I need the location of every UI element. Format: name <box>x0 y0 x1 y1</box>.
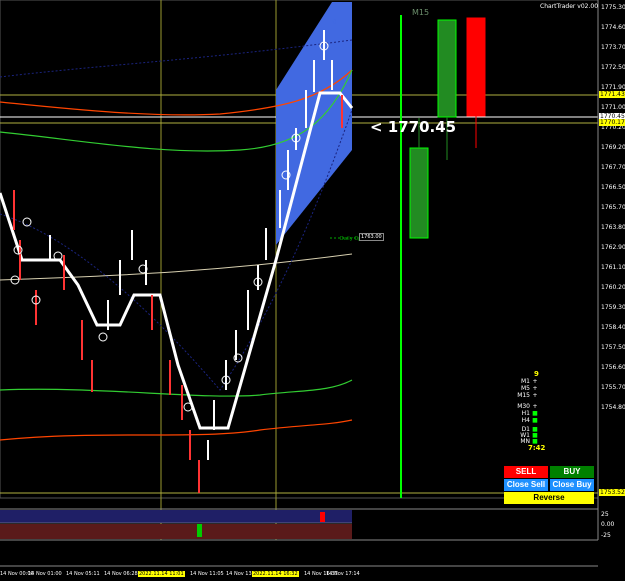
price-tick: 1775.30 <box>601 4 625 11</box>
tf-status-icon: + <box>532 385 538 392</box>
osc-panel-1 <box>0 510 352 523</box>
time-tick: 14 Nov 06:28 <box>104 571 138 577</box>
buy-button[interactable]: BUY <box>550 466 594 478</box>
tf-label: M15 <box>517 392 530 399</box>
tf-label: M1 <box>521 378 530 385</box>
m15-candle-1 <box>409 147 429 239</box>
price-tick: 1769.20 <box>601 144 625 151</box>
close-sell-button[interactable]: Close Sell <box>504 479 548 491</box>
time-tick: 14 Nov 05:11 <box>66 571 100 577</box>
price-tick: 1758.40 <box>601 324 625 331</box>
price-tag: 1770.17 <box>599 119 625 126</box>
price-tick: 1774.60 <box>601 24 625 31</box>
price-tick: 1762.90 <box>601 244 625 251</box>
tf-status-icon: ■ <box>532 417 538 424</box>
price-tick: 1755.70 <box>601 384 625 391</box>
reverse-button[interactable]: Reverse <box>504 492 594 504</box>
price-tag: 1771.43 <box>599 91 625 98</box>
osc-tick: 0.00 <box>601 521 615 528</box>
tf-timer: 7:42 <box>528 444 546 452</box>
price-tick: 1771.90 <box>601 84 625 91</box>
price-callout: < 1770.45 <box>370 118 457 136</box>
tf-label: M30 <box>517 403 530 410</box>
m15-candle-2 <box>437 19 457 118</box>
tf-status-icon: ■ <box>532 410 538 417</box>
time-tick: 14 Nov 11:05 <box>190 571 224 577</box>
ma-red-lower <box>0 419 353 441</box>
close-buy-button[interactable]: Close Buy <box>550 479 594 491</box>
time-tick: 14 Nov 01:00 <box>28 571 62 577</box>
price-tick: 1761.10 <box>601 264 625 271</box>
price-tick: 1765.70 <box>601 204 625 211</box>
price-tick: 1767.70 <box>601 164 625 171</box>
tf-status-icon: + <box>532 403 538 410</box>
ma-mid <box>0 253 353 281</box>
osc-green-bar <box>197 524 202 537</box>
timeframe-label: M15 <box>412 8 430 17</box>
price-tick: 1766.50 <box>601 184 625 191</box>
price-tick: 1772.50 <box>601 64 625 71</box>
watermark: ChartTrader v02.00 <box>540 3 599 10</box>
tf-label: H1 <box>521 410 530 417</box>
price-tick: 1759.30 <box>601 304 625 311</box>
price-tick: 1773.70 <box>601 44 625 51</box>
time-tick: 2022.11.14 16:32 <box>252 571 299 577</box>
price-tag: 1753.52 <box>599 489 625 496</box>
tf-count: 9 <box>534 370 539 378</box>
tf-label: H4 <box>521 417 530 424</box>
time-tick: 14 Nov 17:14 <box>326 571 360 577</box>
price-tick: 1771.00 <box>601 104 625 111</box>
tf-label: M5 <box>521 385 530 392</box>
m15-candle-3 <box>466 17 486 117</box>
sell-button[interactable]: SELL <box>504 466 548 478</box>
price-tick: 1760.20 <box>601 284 625 291</box>
daily-open-value: 1763.00 <box>359 233 384 241</box>
tf-label: MN <box>520 438 530 445</box>
osc-panel-2 <box>0 524 352 539</box>
time-tick: 2022.11.14 11:01 <box>138 571 185 577</box>
price-tick: 1757.50 <box>601 344 625 351</box>
tf-status-icon: + <box>532 392 538 399</box>
channel-label: 0 <box>332 18 336 26</box>
osc-red-bar <box>320 512 325 522</box>
price-tick: 1756.60 <box>601 364 625 371</box>
osc-tick: 25 <box>601 511 609 518</box>
tf-status-icon: + <box>532 378 538 385</box>
ma-green-lower <box>0 379 353 397</box>
price-tick: 1754.80 <box>601 404 625 411</box>
price-tick: 1763.80 <box>601 224 625 231</box>
osc-tick: -25 <box>601 532 611 539</box>
